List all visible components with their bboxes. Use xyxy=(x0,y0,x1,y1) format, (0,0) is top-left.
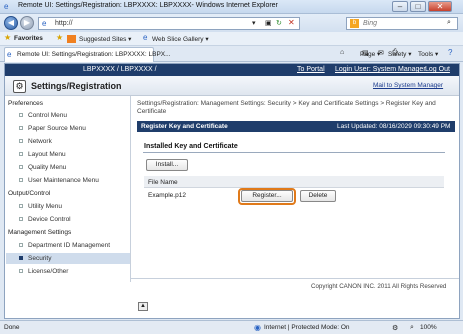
sidebar-item-control-menu[interactable]: Control Menu xyxy=(19,112,67,119)
device-name: LBPXXXX / LBPXXXX / xyxy=(83,66,157,73)
divider xyxy=(143,152,445,153)
bullet-icon xyxy=(19,165,23,170)
log-out-link[interactable]: Log Out xyxy=(425,66,450,73)
suggested-sites-icon xyxy=(67,35,76,43)
window-title-bar: e Remote UI: Settings/Registration: LBPX… xyxy=(0,0,463,14)
favorites-star-icon: ★ xyxy=(4,33,12,42)
installed-title: Installed Key and Certificate xyxy=(144,143,238,150)
section-header: Register Key and Certificate Last Update… xyxy=(137,121,455,132)
sidebar-item-device-control[interactable]: Device Control xyxy=(19,216,71,223)
sidebar-item-security[interactable]: Security xyxy=(19,255,51,262)
maximize-button[interactable]: □ xyxy=(410,1,426,12)
back-arrow-icon[interactable]: ◀ xyxy=(4,16,18,30)
section-title: Register Key and Certificate xyxy=(141,123,228,130)
sidebar-item-paper-source-menu[interactable]: Paper Source Menu xyxy=(19,125,86,132)
search-placeholder: Bing xyxy=(363,20,378,27)
favorites-button[interactable]: Favorites xyxy=(14,35,43,42)
table-header: File Name xyxy=(144,176,444,188)
web-slice-icon: e xyxy=(143,33,148,42)
web-slice-gallery-link[interactable]: Web Slice Gallery ▾ xyxy=(152,35,209,43)
bullet-icon xyxy=(19,204,23,209)
search-input[interactable]: b Bing ⌕ xyxy=(346,17,458,30)
page-top-icon[interactable]: ▲ xyxy=(138,302,148,311)
status-text: Done xyxy=(4,324,20,331)
bullet-icon xyxy=(19,126,23,131)
table-row: Example.p12 Register... Delete xyxy=(144,188,444,205)
sidebar-item-quality-menu[interactable]: Quality Menu xyxy=(19,164,66,171)
sidebar-item-layout-menu[interactable]: Layout Menu xyxy=(19,151,66,158)
sidebar-item-user-maintenance-menu[interactable]: User Maintenance Menu xyxy=(19,177,99,184)
home-icon[interactable]: ⌂ xyxy=(340,49,344,56)
address-url: http:// xyxy=(55,20,73,27)
zoom-icon[interactable]: ⌕ xyxy=(410,324,414,332)
address-bar[interactable]: e http:// ▾ ▣ ↻ ✕ xyxy=(38,17,300,30)
bullet-icon xyxy=(19,152,23,157)
last-updated: Last Updated: 08/16/2029 09:30:49 PM xyxy=(337,123,451,130)
device-header: LBPXXXX / LBPXXXX / To Portal Login User… xyxy=(5,64,459,76)
sidebar-section-output-control: Output/Control xyxy=(8,190,51,197)
bullet-icon xyxy=(19,243,23,248)
settings-header: ⚙ Settings/Registration Mail to System M… xyxy=(5,76,459,96)
sidebar-section-preferences: Preferences xyxy=(8,100,44,107)
login-user-label: Login User: System Manager xyxy=(335,66,426,73)
bullet-icon xyxy=(19,139,23,144)
close-button[interactable]: ✕ xyxy=(428,1,452,12)
file-name-cell: Example.p12 xyxy=(148,192,186,199)
sidebar-item-network[interactable]: Network xyxy=(19,138,52,145)
page-icon: e xyxy=(42,19,47,28)
column-file-name: File Name xyxy=(148,179,178,186)
tab-page-icon: e xyxy=(7,50,12,59)
bullet-icon xyxy=(19,178,23,183)
minimize-button[interactable]: – xyxy=(392,1,408,12)
sidebar-item-utility-menu[interactable]: Utility Menu xyxy=(19,203,62,210)
compatibility-icon[interactable]: ▣ xyxy=(265,19,272,27)
register-button[interactable]: Register... xyxy=(241,190,293,202)
to-portal-link[interactable]: To Portal xyxy=(297,66,325,73)
sidebar-item-license-other[interactable]: License/Other xyxy=(19,268,68,275)
safety-menu[interactable]: Safety ▾ xyxy=(388,50,412,58)
bullet-icon xyxy=(19,217,23,222)
suggested-sites-link[interactable]: Suggested Sites ▾ xyxy=(79,35,131,43)
dropdown-icon[interactable]: ▾ xyxy=(252,19,256,27)
breadcrumb: Settings/Registration: Management Settin… xyxy=(137,100,436,115)
favorites-bar: ★ Favorites ★ Suggested Sites ▾ e Web Sl… xyxy=(0,32,463,46)
page-content: LBPXXXX / LBPXXXX / To Portal Login User… xyxy=(4,63,460,319)
bing-icon: b xyxy=(350,19,359,28)
stop-icon[interactable]: ✕ xyxy=(288,18,295,27)
browser-tab[interactable]: e Remote UI: Settings/Registration: LBPX… xyxy=(4,47,171,62)
ie-logo-icon: e xyxy=(4,2,9,11)
mail-to-system-manager-link[interactable]: Mail to System Manager xyxy=(373,82,443,89)
refresh-icon[interactable]: ↻ xyxy=(276,19,282,27)
search-icon[interactable]: ⌕ xyxy=(447,19,451,27)
globe-icon: ◉ xyxy=(254,323,261,332)
tools-menu[interactable]: Tools ▾ xyxy=(418,50,438,58)
settings-wrench-icon: ⚙ xyxy=(13,80,26,93)
page-menu[interactable]: Page ▾ xyxy=(360,50,380,58)
bullet-icon xyxy=(19,113,23,118)
bullet-icon xyxy=(19,269,23,274)
forward-arrow-icon[interactable]: ▶ xyxy=(20,16,34,30)
tab-title: Remote UI: Settings/Registration: LBPXXX… xyxy=(17,51,171,58)
add-favorites-icon[interactable]: ★ xyxy=(56,33,63,42)
zoom-level[interactable]: 100% xyxy=(420,324,437,331)
page-title: Settings/Registration xyxy=(31,81,122,91)
footer-divider xyxy=(131,278,459,279)
copyright: Copyright CANON INC. 2011 All Rights Res… xyxy=(311,283,447,290)
status-bar: Done ◉ Internet | Protected Mode: On ⚙ ⌕… xyxy=(0,320,463,334)
sidebar-section-management-settings: Management Settings xyxy=(8,229,72,236)
install-button[interactable]: Install... xyxy=(146,159,188,171)
delete-button[interactable]: Delete xyxy=(300,190,336,202)
window-title: Remote UI: Settings/Registration: LBPXXX… xyxy=(18,2,278,9)
help-icon[interactable]: ? xyxy=(448,48,452,57)
protected-mode-icon[interactable]: ⚙ xyxy=(392,324,398,332)
sidebar: Preferences Control Menu Paper Source Me… xyxy=(5,96,131,282)
sidebar-item-department-id-management[interactable]: Department ID Management xyxy=(19,242,110,249)
bullet-icon xyxy=(19,256,23,261)
security-zone: Internet | Protected Mode: On xyxy=(264,324,350,331)
